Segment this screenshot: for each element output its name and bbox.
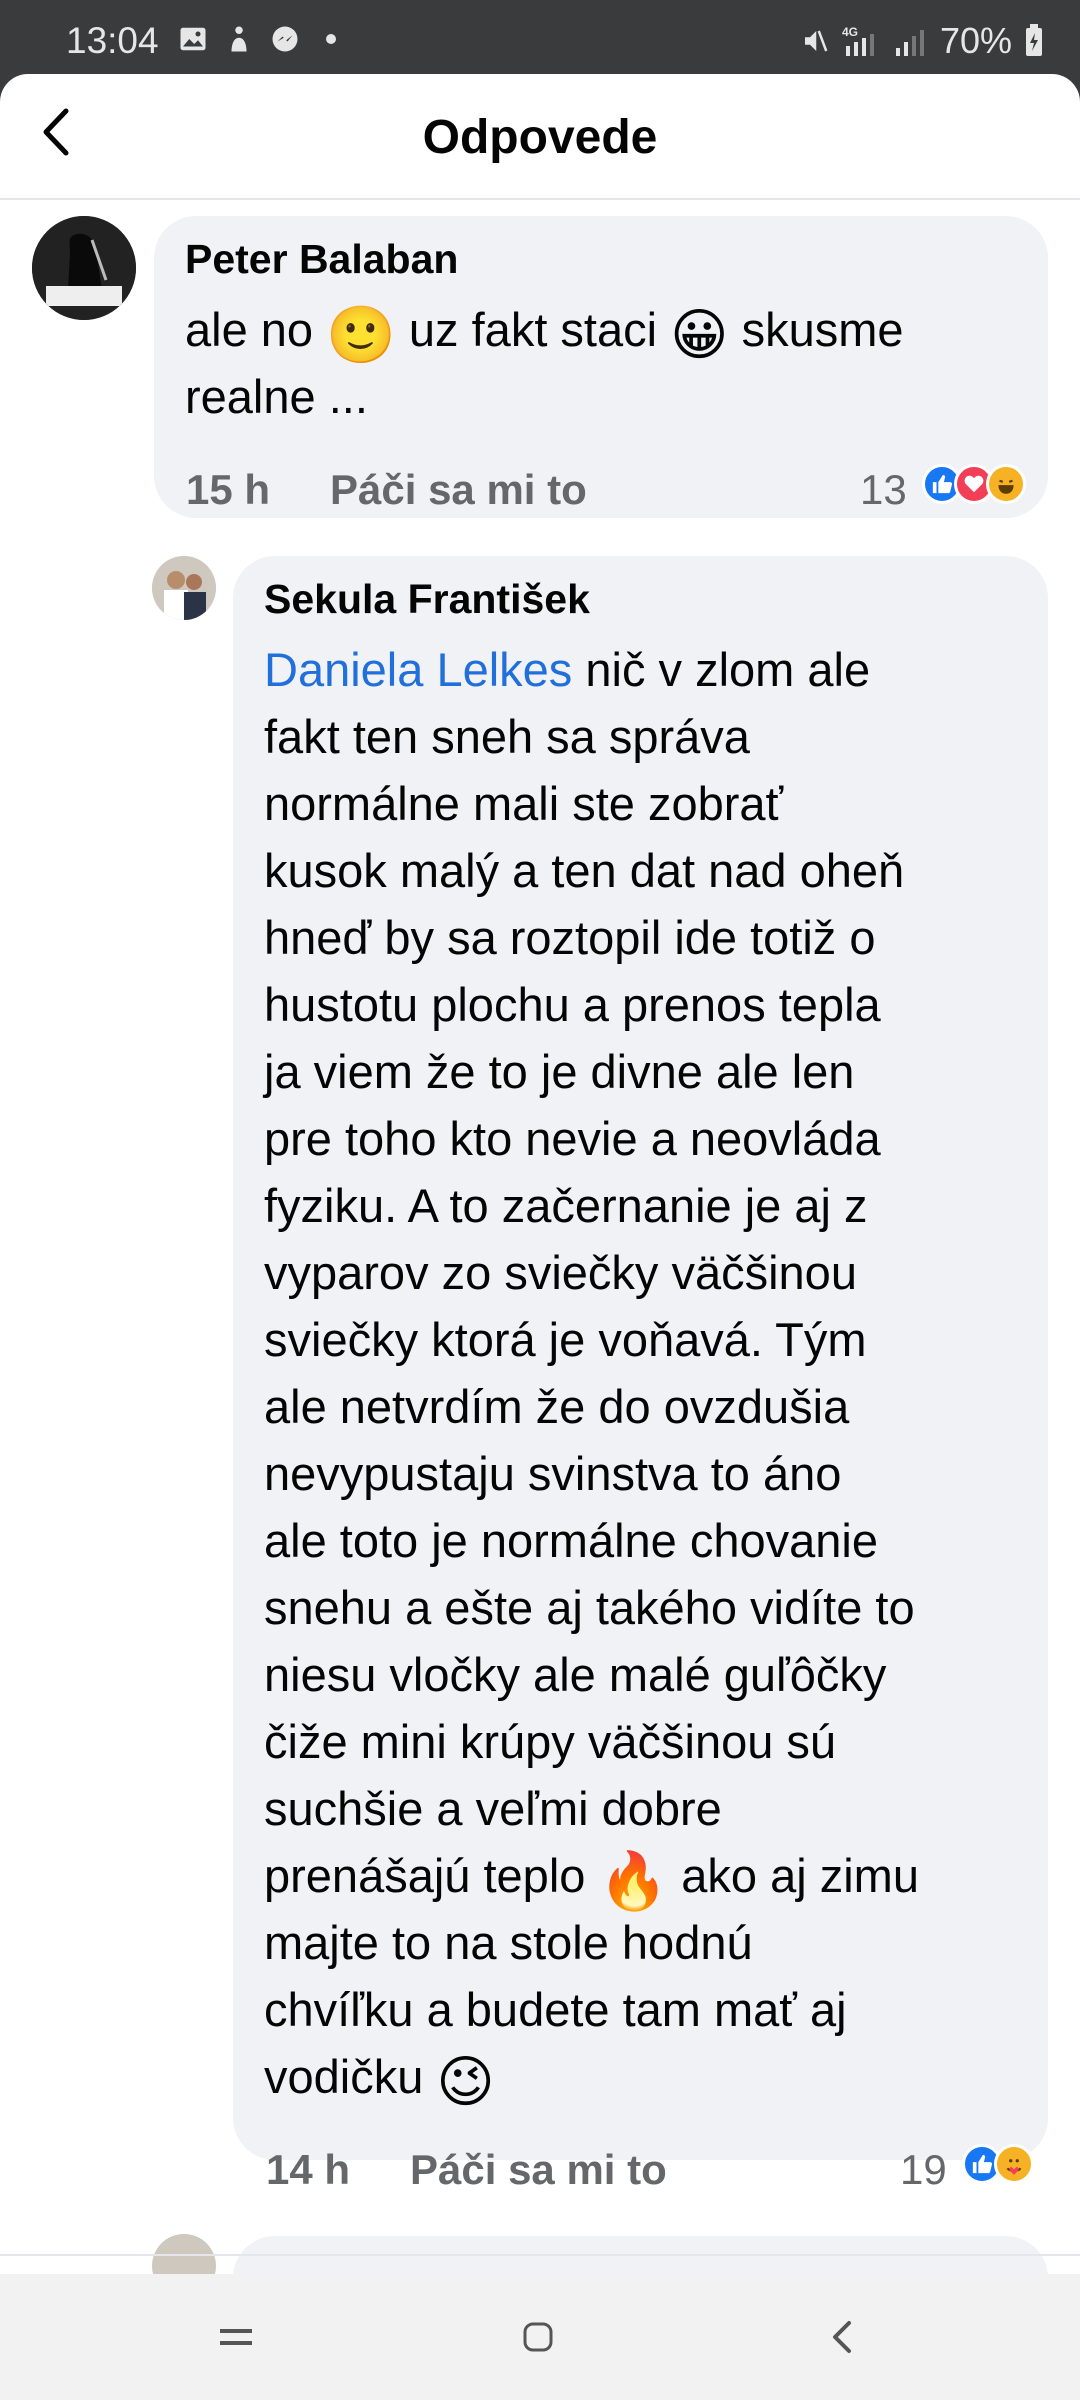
mention-link[interactable]: Daniela Lelkes (264, 643, 572, 696)
comment-text-segment: nič v zlom ale (572, 643, 871, 696)
comment-text-segment: snehu a ešte aj takého vidíte to (264, 1581, 915, 1634)
comment-text-segment: vodičku (264, 2050, 424, 2103)
comment-text: ale no 🙂 uz fakt staci 😀 skusme realne .… (185, 296, 904, 430)
header: Odpovede (0, 74, 1080, 200)
battery-icon (1026, 24, 1042, 56)
mute-icon (804, 30, 828, 52)
haha-icon (986, 464, 1026, 504)
comment-text-segment: chvíľku a budete tam mať aj (264, 1983, 847, 2036)
network-signal-icon: 4G (842, 25, 874, 56)
home-button[interactable] (508, 2310, 568, 2364)
accessibility-icon (231, 26, 247, 52)
signal-icon (895, 30, 924, 56)
avatar-image (152, 556, 216, 620)
reaction-count[interactable]: 13 (860, 466, 907, 514)
comment-text-segment: suchšie a veľmi dobre (264, 1782, 722, 1835)
grinning-face-emoji-icon: 😀 (670, 303, 729, 366)
like-button[interactable]: Páči sa mi to (330, 466, 587, 514)
replies-sheet: Odpovede Peter Balaban ale no 🙂 uz fakt … (0, 74, 1080, 2274)
page-title: Odpovede (422, 111, 658, 164)
fire-emoji-icon: 🔥 (598, 1849, 669, 1912)
comment-author[interactable]: Peter Balaban (185, 236, 458, 283)
messenger-icon (272, 26, 298, 52)
comment-text-segment: skusme (741, 303, 904, 356)
comment-bubble[interactable]: Sekula František Daniela Lelkes nič v zl… (233, 556, 1048, 2160)
comment-text-segment: ako aj zimu (681, 1849, 919, 1902)
home-icon (523, 2322, 553, 2352)
comment-text-segment: realne ... (185, 370, 368, 423)
comment-text-segment: hustotu plochu a prenos tepla (264, 978, 881, 1031)
comment-text-segment: čiže mini krúpy väčšinou sú (264, 1715, 837, 1768)
reaction-icons[interactable] (962, 2144, 1034, 2184)
smiling-face-emoji-icon: 🙂 (326, 303, 396, 366)
comment-text-segment: niesu vločky ale malé guľôčky (264, 1648, 887, 1701)
gallery-icon (180, 27, 206, 51)
status-time: 13:04 (66, 20, 159, 61)
comment-text-segment: uz fakt staci (408, 303, 658, 356)
avatar[interactable] (32, 216, 136, 320)
comment-text: Daniela Lelkes nič v zlom ale fakt ten s… (264, 636, 919, 2110)
notification-icons (178, 24, 346, 54)
recent-apps-icon (220, 2329, 252, 2345)
system-back-button[interactable] (812, 2310, 872, 2364)
avatar[interactable] (152, 556, 216, 620)
recent-apps-button[interactable] (206, 2310, 266, 2364)
comment-text-segment: ja viem že to je divne ale len (264, 1045, 855, 1098)
comment-text-segment: fyziku. A to začernanie je aj z (264, 1179, 868, 1232)
comment-text-segment: ale toto je normálne chovanie (264, 1514, 879, 1567)
reaction-count[interactable]: 19 (900, 2146, 947, 2194)
winking-face-emoji-icon: 😉 (436, 2050, 495, 2113)
divider (0, 2254, 1080, 2256)
system-navigation-bar (0, 2274, 1080, 2400)
comment-text-segment: ale no (185, 303, 314, 356)
system-icons: 4G 70% (800, 20, 1044, 62)
dot-icon (326, 34, 336, 44)
like-button[interactable]: Páči sa mi to (410, 2146, 667, 2194)
avatar-image (32, 216, 136, 320)
comment-text-segment: prenášajú teplo (264, 1849, 586, 1902)
comment-text-segment: kusok malý a ten dat nad oheň (264, 844, 905, 897)
comment-text-segment: sviečky ktorá je voňavá. Tým (264, 1313, 867, 1366)
care-icon (994, 2144, 1034, 2184)
comment-text-segment: majte to na stole hodnú (264, 1916, 753, 1969)
comment-author[interactable]: Sekula František (264, 576, 590, 623)
comment-text-segment: hneď by sa roztopil ide totiž o (264, 911, 876, 964)
comment-text-segment: fakt ten sneh sa správa (264, 710, 750, 763)
back-icon (833, 2321, 851, 2353)
comment-text-segment: ale netvrdím že do ovzdušia (264, 1380, 850, 1433)
comment-time: 14 h (266, 2146, 351, 2193)
comment-text-segment: nevypustaju svinstva to áno (264, 1447, 842, 1500)
network-label: 4G (842, 25, 858, 39)
comment-time: 15 h (186, 466, 271, 513)
status-bar: 13:04 4G 70% (0, 0, 1080, 74)
comment-text-segment: normálne mali ste zobrať (264, 777, 784, 830)
comment-text-segment: pre toho kto nevie a neovláda (264, 1112, 881, 1165)
reaction-icons[interactable] (922, 464, 1026, 504)
comment-bubble[interactable]: Peter Balaban ale no 🙂 uz fakt staci 😀 s… (154, 216, 1048, 518)
comment-text-segment: vyparov zo sviečky väčšinou (264, 1246, 857, 1299)
battery-percentage: 70% (939, 20, 1012, 61)
